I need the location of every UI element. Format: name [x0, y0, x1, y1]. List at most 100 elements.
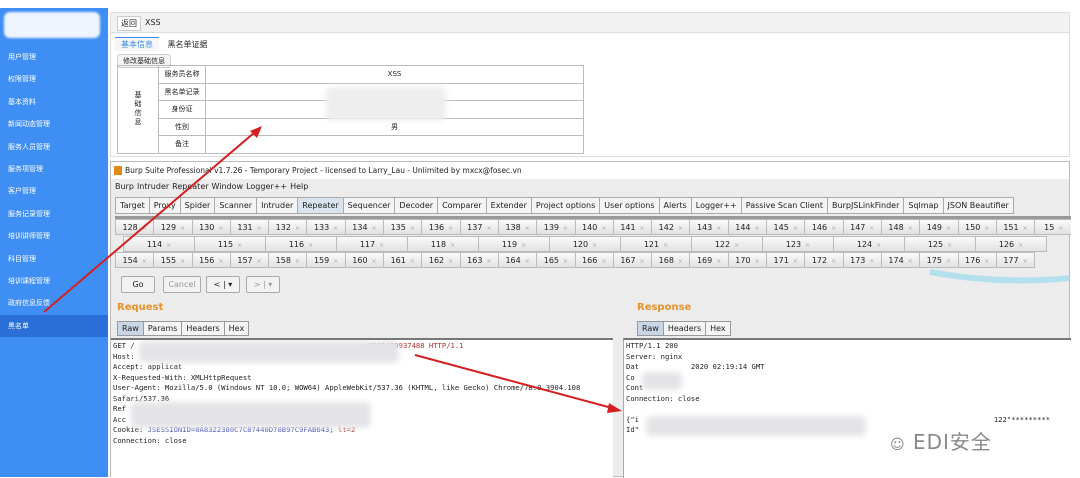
repeater-tab[interactable]: 164 ×	[497, 252, 538, 268]
repeater-tab[interactable]: 161 ×	[383, 252, 423, 268]
close-icon[interactable]: ×	[640, 225, 645, 232]
repeater-tab[interactable]: 122 ×	[691, 235, 763, 252]
repeater-tab[interactable]: 119 ×	[478, 235, 550, 252]
close-icon[interactable]: ×	[142, 258, 147, 265]
close-icon[interactable]: ×	[869, 225, 874, 232]
close-icon[interactable]: ×	[908, 225, 913, 232]
repeater-tab[interactable]: 159 ×	[306, 252, 346, 268]
repeater-tab[interactable]: 158 ×	[268, 252, 308, 268]
repeater-tab[interactable]: 149 ×	[919, 219, 959, 235]
close-icon[interactable]: ×	[372, 225, 377, 232]
sidebar-item[interactable]: 黑名单	[0, 314, 108, 337]
repeater-tab[interactable]: 126 ×	[975, 235, 1047, 252]
close-icon[interactable]: ×	[486, 258, 491, 265]
repeater-tab[interactable]: 143 ×	[689, 219, 729, 235]
sidebar-item[interactable]: 科目管理	[0, 248, 108, 270]
tab-user-options[interactable]: User options	[599, 197, 660, 214]
repeater-tab[interactable]: 150 ×	[957, 219, 997, 235]
close-icon[interactable]: ×	[257, 258, 262, 265]
repeater-tab[interactable]: 138 ×	[497, 219, 538, 235]
close-icon[interactable]: ×	[793, 258, 798, 265]
repeater-tab[interactable]: 115 ×	[194, 235, 266, 252]
repeater-tab[interactable]: 131 ×	[229, 219, 270, 235]
repeater-tab[interactable]: 118 ×	[407, 235, 479, 252]
close-icon[interactable]: ×	[218, 225, 223, 232]
response-tab-hex[interactable]: Hex	[705, 321, 731, 336]
close-icon[interactable]: ×	[601, 258, 606, 265]
close-icon[interactable]: ×	[237, 242, 242, 249]
sidebar-item[interactable]: 培训讲师管理	[0, 225, 108, 247]
close-icon[interactable]: ×	[1018, 242, 1023, 249]
tab-target[interactable]: Target	[115, 197, 150, 214]
repeater-tab[interactable]: 170 ×	[727, 252, 768, 268]
tab-proxy[interactable]: Proxy	[148, 197, 181, 214]
close-icon[interactable]: ×	[755, 225, 760, 232]
close-icon[interactable]: ×	[678, 225, 683, 232]
tab-burpjslinkfinder[interactable]: BurpJSLinkFinder	[827, 197, 905, 214]
close-icon[interactable]: ×	[410, 225, 415, 232]
close-icon[interactable]: ×	[946, 225, 951, 232]
repeater-tab[interactable]: 174 ×	[880, 252, 921, 268]
tab-decoder[interactable]: Decoder	[394, 197, 439, 214]
close-icon[interactable]: ×	[525, 258, 530, 265]
repeater-tab[interactable]: 167 ×	[612, 252, 653, 268]
repeater-tab[interactable]: 177 ×	[995, 252, 1036, 268]
close-icon[interactable]: ×	[295, 258, 300, 265]
close-icon[interactable]: ×	[218, 258, 223, 265]
close-icon[interactable]: ×	[180, 225, 185, 232]
repeater-tab[interactable]: 134 ×	[344, 219, 385, 235]
repeater-tab[interactable]: 129 ×	[153, 219, 193, 235]
repeater-tab[interactable]: 139 ×	[536, 219, 576, 235]
close-icon[interactable]: ×	[755, 258, 760, 265]
close-icon[interactable]: ×	[333, 258, 338, 265]
close-icon[interactable]: ×	[563, 258, 568, 265]
repeater-tab[interactable]: 148 ×	[880, 219, 921, 235]
close-icon[interactable]: ×	[379, 242, 384, 249]
tab-alerts[interactable]: Alerts	[658, 197, 692, 214]
forward-history-button[interactable]: > | ▾	[246, 276, 280, 293]
repeater-tab[interactable]: 147 ×	[842, 219, 882, 235]
repeater-tab[interactable]: 121 ×	[620, 235, 692, 252]
tab-comparer[interactable]: Comparer	[437, 197, 487, 214]
repeater-tab[interactable]: 173 ×	[842, 252, 882, 268]
close-icon[interactable]: ×	[601, 225, 606, 232]
sidebar-item[interactable]: 培训课程管理	[0, 270, 108, 292]
sidebar-item[interactable]: 服务项管理	[0, 158, 108, 180]
repeater-tab[interactable]: 116 ×	[265, 235, 337, 252]
close-icon[interactable]: ×	[166, 242, 171, 249]
tab-basic-info[interactable]: 基本信息	[115, 37, 159, 51]
sidebar-item[interactable]: 政府信息反馈	[0, 292, 108, 314]
menu-item[interactable]: Window	[212, 182, 244, 191]
close-icon[interactable]: ×	[180, 258, 185, 265]
back-button[interactable]: 返回	[117, 16, 141, 31]
repeater-tab[interactable]: 160 ×	[344, 252, 385, 268]
repeater-tab[interactable]: 157 ×	[229, 252, 270, 268]
close-icon[interactable]: ×	[410, 258, 415, 265]
repeater-tab[interactable]: 142 ×	[651, 219, 691, 235]
response-viewer[interactable]: HTTP/1.1 200 Server: nginx Dat 2020 02:1…	[623, 338, 1071, 478]
menu-item[interactable]: Burp	[115, 182, 134, 191]
repeater-tab[interactable]: 168 ×	[651, 252, 691, 268]
tab-spider[interactable]: Spider	[179, 197, 216, 214]
repeater-tab[interactable]: 144 ×	[727, 219, 768, 235]
close-icon[interactable]: ×	[793, 225, 798, 232]
tab-scanner[interactable]: Scanner	[214, 197, 258, 214]
repeater-tab[interactable]: 166 ×	[574, 252, 614, 268]
repeater-tab[interactable]: 140 ×	[574, 219, 614, 235]
menu-item[interactable]: Repeater	[172, 182, 208, 191]
close-icon[interactable]: ×	[946, 258, 951, 265]
close-icon[interactable]: ×	[947, 242, 952, 249]
close-icon[interactable]: ×	[805, 242, 810, 249]
request-tab-hex[interactable]: Hex	[223, 321, 250, 336]
close-icon[interactable]: ×	[1023, 258, 1028, 265]
response-tab-headers[interactable]: Headers	[662, 321, 707, 336]
repeater-tab[interactable]: 162 ×	[421, 252, 461, 268]
repeater-tab[interactable]: 135 ×	[383, 219, 423, 235]
close-icon[interactable]: ×	[308, 242, 313, 249]
close-icon[interactable]: ×	[984, 258, 989, 265]
sidebar-item[interactable]: 服务人员管理	[0, 136, 108, 158]
response-tab-raw[interactable]: Raw	[637, 321, 664, 336]
repeater-tab[interactable]: 117 ×	[336, 235, 408, 252]
repeater-tab[interactable]: 169 ×	[689, 252, 729, 268]
tab-passive-scan-client[interactable]: Passive Scan Client	[740, 197, 829, 214]
